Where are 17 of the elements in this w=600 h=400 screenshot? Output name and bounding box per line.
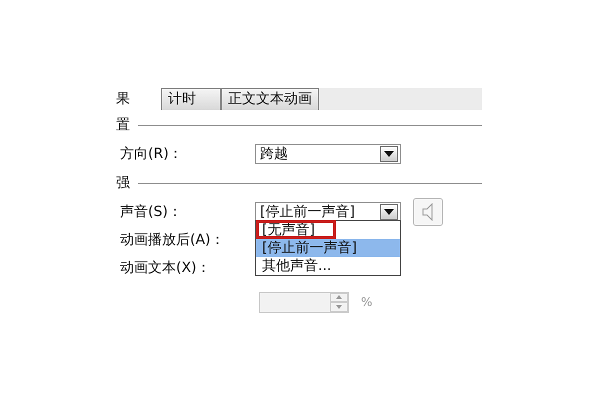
dropdown[interactable]: [停止前一声音]: [255, 202, 401, 222]
unit-label: %: [361, 294, 372, 311]
dropdown-option[interactable]: [无声音]: [256, 221, 400, 239]
tab[interactable]: 计时: [161, 88, 221, 110]
field-label: 方向(R)：: [120, 144, 184, 164]
field-label: 动画文本(X)：: [120, 258, 212, 278]
speaker-icon: [422, 203, 434, 221]
section-title: 强: [116, 174, 130, 192]
dropdown-option[interactable]: 其他声音...: [256, 257, 400, 275]
section-title: 置: [116, 116, 130, 134]
tab[interactable]: 正文文本动画: [221, 88, 319, 110]
tab-label-fragment: 果: [116, 90, 131, 108]
field-label: 动画播放后(A)：: [120, 230, 226, 250]
dropdown-option[interactable]: [停止前一声音]: [256, 239, 400, 257]
field-label: 声音(S)：: [120, 202, 183, 222]
speaker-button[interactable]: [413, 198, 443, 226]
dropdown[interactable]: 跨越: [255, 144, 401, 164]
